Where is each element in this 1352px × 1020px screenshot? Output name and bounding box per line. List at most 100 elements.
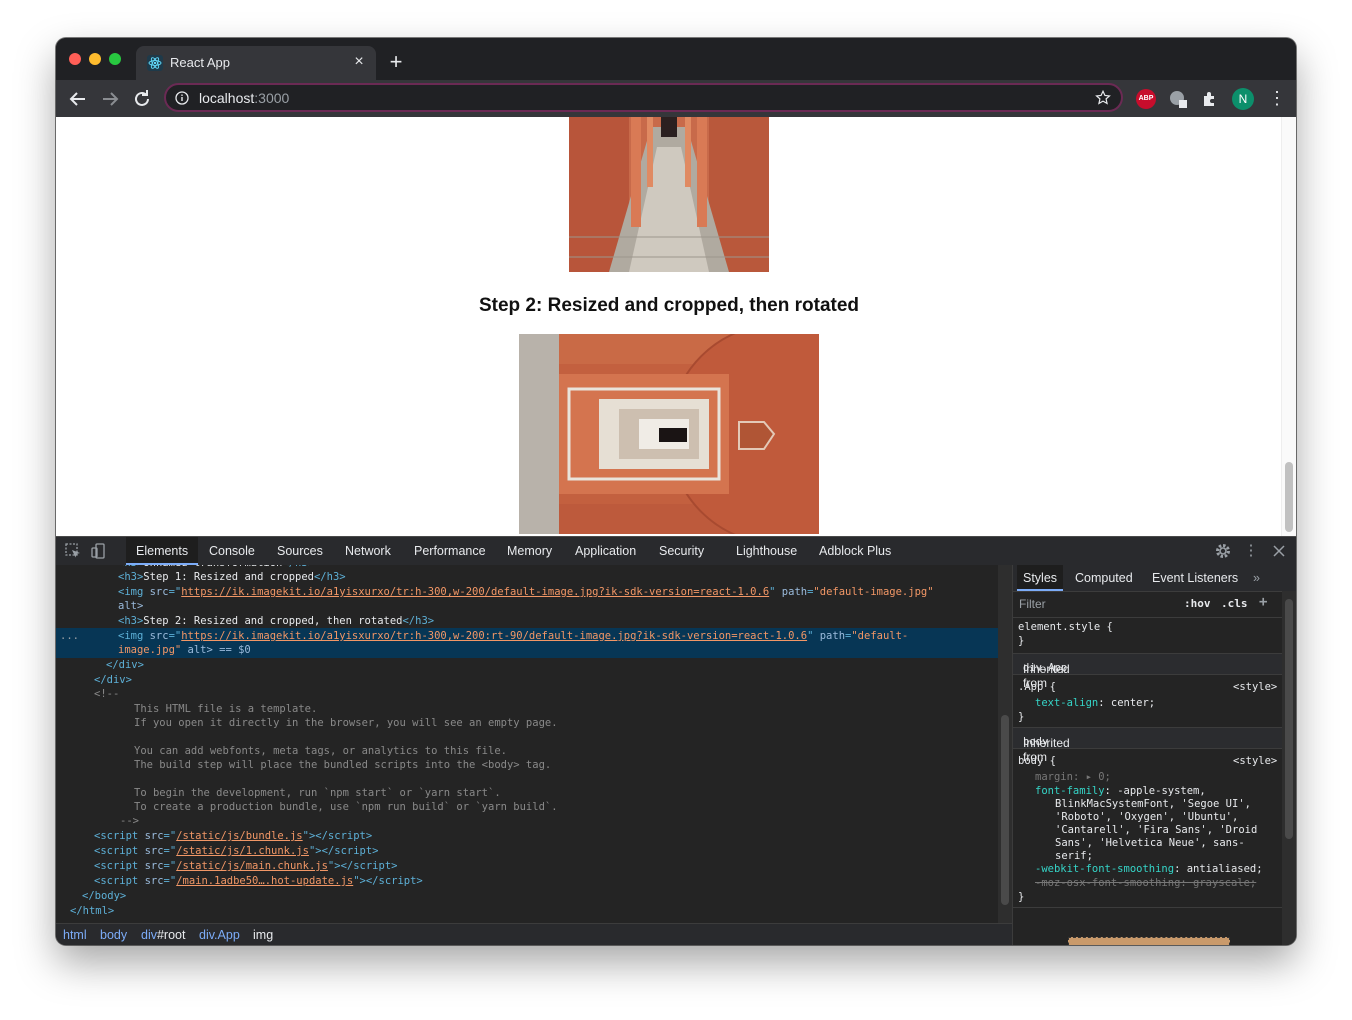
inherited-from-app-header: Inherited from div.App xyxy=(1013,653,1283,690)
tab-close-icon[interactable]: × xyxy=(350,53,368,71)
settings-gear-icon[interactable] xyxy=(1214,542,1232,560)
devtools-panel: Elements Console Sources Network Perform… xyxy=(56,536,1296,945)
info-icon[interactable] xyxy=(175,91,189,105)
code-line-close-div[interactable]: </div> xyxy=(94,673,132,688)
code-line-close-body[interactable]: </body> xyxy=(82,889,126,904)
more-tabs-chevron-icon[interactable]: » xyxy=(1247,565,1266,591)
tab-security[interactable]: Security xyxy=(649,537,714,565)
breadcrumb-img[interactable]: img xyxy=(253,928,273,942)
browser-tab[interactable]: React App × xyxy=(136,46,376,80)
body-moz-font-smoothing-overridden[interactable]: -moz-osx-font-smoothing: grayscale; xyxy=(1035,877,1256,890)
styles-filter-bar: Filter :hov .cls + xyxy=(1013,591,1283,618)
body-font-family-declaration[interactable]: font-family: -apple-system, xyxy=(1035,785,1206,798)
bookmark-star-icon[interactable] xyxy=(1094,89,1112,107)
code-line-script[interactable]: <script src="/main.1adbe50….hot-update.j… xyxy=(94,874,423,889)
node-ellipsis[interactable]: ... xyxy=(60,629,79,644)
hov-toggle[interactable]: :hov xyxy=(1184,597,1211,610)
devtools-tabbar: Elements Console Sources Network Perform… xyxy=(56,537,1296,566)
rule-close-brace: } xyxy=(1018,635,1025,647)
forward-arrow-icon[interactable] xyxy=(98,87,122,111)
body-rule-selector[interactable]: body { xyxy=(1018,755,1056,768)
dom-breadcrumbs: html body div#root div.App img xyxy=(56,923,1012,945)
code-line-close-html[interactable]: </html> xyxy=(70,904,114,919)
code-line-script[interactable]: <script src="/static/js/bundle.js"></scr… xyxy=(94,829,372,844)
rule-close-brace: } xyxy=(1018,891,1025,903)
tab-lighthouse[interactable]: Lighthouse xyxy=(726,537,807,565)
close-window-button[interactable] xyxy=(69,53,81,65)
app-text-align-declaration[interactable]: text-align: center; xyxy=(1035,697,1155,710)
styles-scrollbar-thumb[interactable] xyxy=(1285,599,1293,839)
code-line-h3-step2[interactable]: <h3>Step 2: Resized and cropped, then ro… xyxy=(118,614,434,629)
device-toolbar-icon[interactable] xyxy=(90,542,108,560)
reload-icon[interactable] xyxy=(130,87,154,111)
font-family-value-line: 'Roboto', 'Oxygen', 'Ubuntu', xyxy=(1055,811,1239,823)
adblock-plus-extension-icon[interactable]: ABP xyxy=(1136,89,1156,109)
breadcrumb-div-root[interactable]: div#root xyxy=(141,928,185,942)
element-style-rule[interactable]: element.style { xyxy=(1018,621,1113,634)
font-family-value-line: 'Cantarell', 'Fira Sans', 'Droid xyxy=(1055,824,1258,836)
tab-memory[interactable]: Memory xyxy=(497,537,562,565)
tab-computed[interactable]: Computed xyxy=(1069,565,1139,591)
box-model-diagram[interactable] xyxy=(1068,937,1230,945)
code-line-script[interactable]: <script src="/static/js/1.chunk.js"></sc… xyxy=(94,844,379,859)
url-text[interactable]: localhost:3000 xyxy=(199,90,289,106)
back-arrow-icon[interactable] xyxy=(66,87,90,111)
breadcrumb-body[interactable]: body xyxy=(100,928,127,942)
new-style-rule-icon[interactable]: + xyxy=(1259,594,1267,610)
body-margin-declaration[interactable]: margin: ▸ 0; xyxy=(1035,771,1111,784)
more-options-icon[interactable]: ⋮ xyxy=(1242,542,1260,560)
comment-line: This HTML file is a template. xyxy=(134,703,318,715)
styles-scrollbar[interactable] xyxy=(1282,591,1296,945)
tab-elements[interactable]: Elements xyxy=(126,537,199,565)
tab-styles[interactable]: Styles xyxy=(1017,565,1064,591)
code-line-comment-open[interactable]: <!-- xyxy=(94,687,119,702)
code-line-img-step1[interactable]: <img src="https://ik.imagekit.io/a1yisxu… xyxy=(118,585,934,600)
maximize-window-button[interactable] xyxy=(109,53,121,65)
breadcrumb-div-app[interactable]: div.App xyxy=(199,928,240,942)
page-viewport: Step 2: Resized and cropped, then rotate… xyxy=(56,117,1296,536)
app-rule-selector[interactable]: .App { xyxy=(1018,681,1056,694)
tab-title: React App xyxy=(170,55,230,70)
page-scrollbar-thumb[interactable] xyxy=(1285,462,1293,532)
profile-avatar[interactable]: N xyxy=(1232,88,1254,110)
tab-performance[interactable]: Performance xyxy=(404,537,496,565)
code-line-img-step1-alt[interactable]: alt> xyxy=(118,599,143,614)
elements-dom-tree[interactable]: <h3>Unnamed transformation</h3> <h3>Step… xyxy=(56,565,998,923)
new-tab-button[interactable]: + xyxy=(386,51,406,73)
close-devtools-icon[interactable] xyxy=(1270,542,1288,560)
tab-network[interactable]: Network xyxy=(335,537,401,565)
breadcrumb-html[interactable]: html xyxy=(63,928,87,942)
page-scrollbar[interactable] xyxy=(1281,117,1296,536)
step1-image xyxy=(569,117,769,272)
tab-adblock-plus[interactable]: Adblock Plus xyxy=(809,537,901,565)
code-line-img-step2-cont[interactable]: image.jpg" alt> == $0 xyxy=(118,643,251,658)
minimize-window-button[interactable] xyxy=(89,53,101,65)
tab-console[interactable]: Console xyxy=(199,537,265,565)
code-line-img-step2[interactable]: <img src="https://ik.imagekit.io/a1yisxu… xyxy=(118,629,908,644)
tab-event-listeners[interactable]: Event Listeners xyxy=(1146,565,1244,591)
extension-globe-icon[interactable] xyxy=(1168,89,1188,109)
rule-close-brace: } xyxy=(1018,711,1025,723)
kebab-menu-icon[interactable]: ⋮ xyxy=(1268,88,1286,110)
tab-application[interactable]: Application xyxy=(565,537,646,565)
filter-input[interactable]: Filter xyxy=(1019,597,1046,611)
address-bar[interactable]: localhost:3000 xyxy=(164,83,1123,112)
elements-scrollbar-thumb[interactable] xyxy=(1001,715,1009,905)
inspect-element-icon[interactable] xyxy=(64,542,82,560)
comment-line: The build step will place the bundled sc… xyxy=(134,759,552,771)
comment-line: To create a production bundle, use `npm … xyxy=(134,801,558,813)
app-rule-source[interactable]: <style> xyxy=(1233,681,1277,694)
react-icon xyxy=(147,55,163,71)
body-webkit-font-smoothing-declaration[interactable]: -webkit-font-smoothing: antialiased; xyxy=(1035,863,1263,876)
code-line-close-div[interactable]: </div> xyxy=(106,658,144,673)
elements-scrollbar[interactable] xyxy=(998,565,1012,923)
comment-line: To begin the development, run `npm start… xyxy=(134,787,501,799)
cls-toggle[interactable]: .cls xyxy=(1221,597,1248,610)
tab-sources[interactable]: Sources xyxy=(267,537,333,565)
code-line-script[interactable]: <script src="/static/js/main.chunk.js"><… xyxy=(94,859,397,874)
body-rule-source[interactable]: <style> xyxy=(1233,755,1277,768)
code-line-h3-step1[interactable]: <h3>Step 1: Resized and cropped</h3> xyxy=(118,570,346,585)
font-family-value-line: BlinkMacSystemFont, 'Segoe UI', xyxy=(1055,798,1251,810)
styles-sidebar: Styles Computed Event Listeners » Filter… xyxy=(1012,565,1296,945)
extensions-puzzle-icon[interactable] xyxy=(1200,89,1220,109)
